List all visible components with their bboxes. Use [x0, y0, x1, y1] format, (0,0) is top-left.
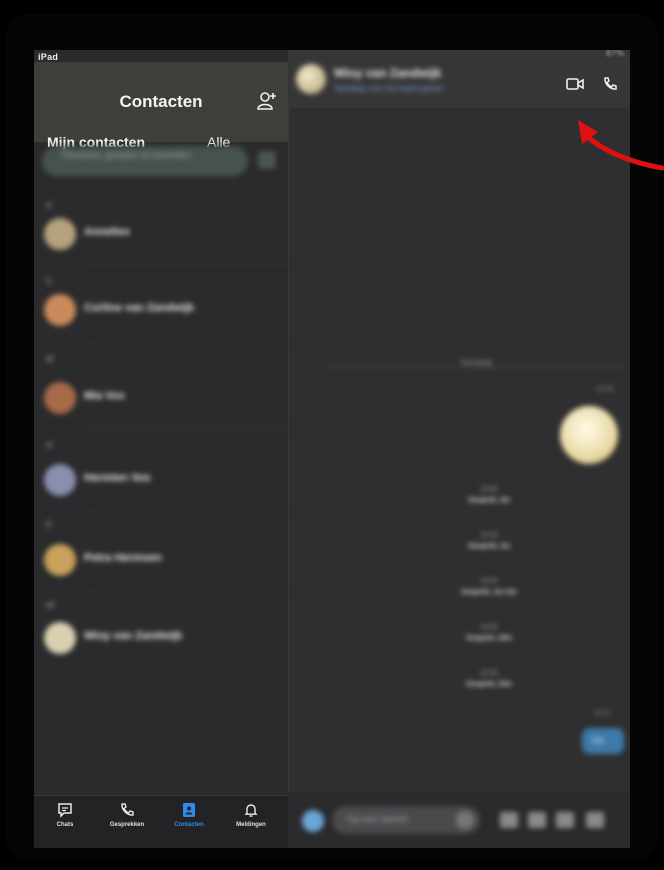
video-call-icon[interactable] — [566, 78, 584, 90]
contact-name: Annelies — [84, 226, 130, 238]
divider — [84, 264, 288, 265]
contact-row[interactable]: Mia Vos — [34, 372, 288, 426]
add-contact-icon[interactable] — [256, 90, 278, 112]
contact-name: Mia Vos — [84, 390, 125, 402]
page-title: Contacten — [119, 92, 203, 111]
call-label: Gesprek, 23m — [466, 681, 512, 688]
avatar — [44, 218, 76, 250]
message-text: Hoi — [592, 736, 605, 745]
message-placeholder: Typ een bericht — [346, 814, 408, 824]
status-device: iPad — [38, 52, 59, 62]
date-label: Vandaag — [446, 358, 506, 367]
chat-contact-name[interactable]: Wioy van Zandwijk — [334, 66, 441, 80]
divider — [84, 342, 288, 343]
phone-icon — [121, 803, 134, 816]
microphone-icon[interactable] — [500, 812, 518, 828]
section-letter: W — [46, 600, 55, 610]
camera-icon[interactable] — [528, 812, 546, 828]
avatar — [44, 544, 76, 576]
contacts-header: Contacten Mijn contacten Alle — [34, 62, 288, 150]
phone-icon[interactable] — [602, 76, 618, 92]
tab-label: Chats — [56, 822, 74, 828]
tab-contacts[interactable]: Contacten — [158, 802, 220, 828]
call-log-item[interactable]: 16:05 Gesprek, 3m — [424, 486, 554, 504]
section-letter: P — [46, 520, 53, 530]
compose-bar: Typ een bericht — [288, 792, 630, 848]
call-log-item[interactable]: 16:10 Gesprek, 1m — [424, 532, 554, 550]
divider — [84, 590, 288, 591]
call-time: 16:10 — [480, 532, 498, 539]
annotation-arrow — [578, 120, 664, 171]
contact-row[interactable]: Wioy van Zandwijk — [34, 612, 288, 666]
call-label: Gesprek, 3m — [467, 497, 511, 504]
search-placeholder: Personen, groepen en berichten — [62, 150, 191, 160]
contact-row[interactable]: Annelies — [34, 208, 288, 262]
contacts-icon — [183, 803, 195, 817]
divider — [84, 510, 288, 511]
contact-row[interactable]: Petra Hermsen — [34, 534, 288, 588]
contact-name: Wioy van Zandwijk — [84, 630, 183, 642]
contact-name: Hermien Vos — [84, 472, 151, 484]
tab-chats[interactable]: Chats — [34, 802, 96, 828]
contacts-pane: Contacten Mijn contacten Alle iPad Perso… — [34, 50, 289, 848]
chat-icon — [58, 803, 72, 818]
call-time: 22:05 — [480, 670, 498, 677]
avatar — [44, 294, 76, 326]
close-icon[interactable] — [258, 151, 276, 169]
call-time: 16:25 — [480, 578, 498, 585]
tab-label: Gesprekken — [109, 822, 145, 828]
avatar — [44, 622, 76, 654]
call-log-item[interactable]: 16:25 Gesprek, 1m 14s — [424, 578, 554, 596]
call-time: 16:32 — [480, 624, 498, 631]
section-letter: H — [46, 440, 53, 450]
tab-label: Meldingen — [236, 822, 266, 828]
call-label: Gesprek, 1m — [467, 543, 511, 550]
avatar — [44, 382, 76, 414]
call-time: 16:05 — [480, 486, 498, 493]
chat-header: 87% Wioy van Zandwijk Vandaag voor het l… — [288, 50, 630, 108]
contact-name: Petra Hermsen — [84, 552, 162, 564]
contact-row[interactable]: Corline van Zandwijk — [34, 284, 288, 338]
contact-name: Corline van Zandwijk — [84, 302, 195, 314]
search-input[interactable]: Personen, groepen en berichten — [42, 146, 248, 176]
tab-bar: Chats Gesprekken Contacten Meldingen — [34, 795, 288, 848]
add-icon[interactable] — [302, 810, 324, 832]
tab-notifications[interactable]: Meldingen — [220, 802, 282, 828]
divider — [84, 428, 288, 429]
status-battery: 87% — [605, 50, 624, 58]
call-log-item[interactable]: 22:05 Gesprek, 23m — [424, 670, 554, 688]
call-label: Gesprek, 1m 14s — [461, 589, 517, 596]
message-time: 22:17 — [594, 710, 612, 717]
screen: Contacten Mijn contacten Alle iPad Perso… — [34, 50, 630, 848]
avatar[interactable] — [296, 64, 326, 94]
image-icon[interactable] — [556, 812, 574, 828]
bell-icon — [244, 804, 258, 817]
more-icon[interactable] — [586, 812, 604, 828]
emoji-message[interactable] — [560, 406, 618, 464]
message-time: 12:45 — [596, 386, 614, 393]
tab-calls[interactable]: Gesprekken — [96, 802, 158, 828]
section-letter: M — [46, 354, 54, 364]
contact-row[interactable]: Hermien Vos — [34, 454, 288, 508]
divider — [326, 367, 626, 368]
chat-last-seen: Vandaag voor het laatst gezien — [334, 84, 444, 93]
avatar — [44, 464, 76, 496]
emoji-icon[interactable] — [456, 811, 474, 829]
message-bubble[interactable]: Hoi — [582, 728, 624, 754]
call-label: Gesprek, 19m — [466, 635, 512, 642]
tab-label: Contacten — [174, 822, 204, 828]
call-log-item[interactable]: 16:32 Gesprek, 19m — [424, 624, 554, 642]
